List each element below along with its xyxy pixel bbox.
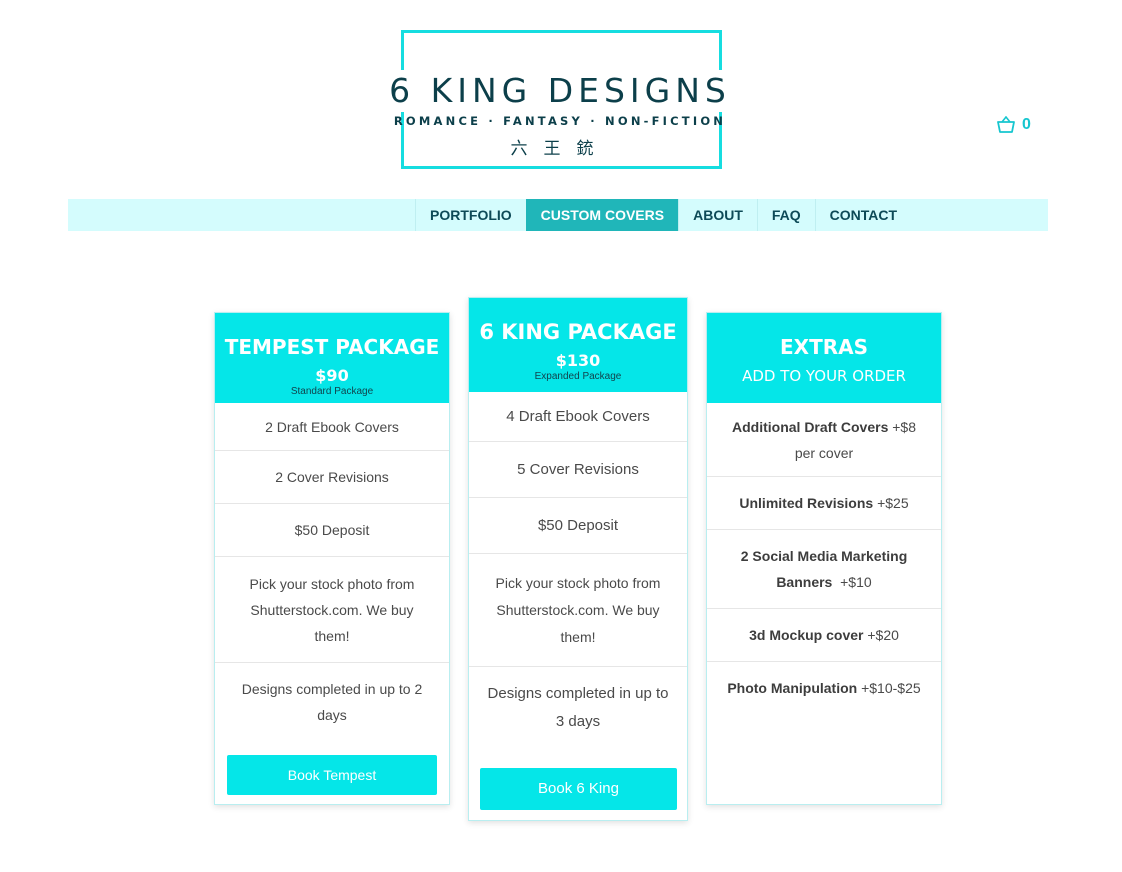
card-price: $90 [315,366,349,385]
feature-row: Pick your stock photo from Shutterstock.… [215,556,449,662]
extra-row: Additional Draft Covers +$8 per cover [707,403,941,476]
card-subtitle: Standard Package [290,386,374,397]
card-header: TEMPEST PACKAGE $90 Standard Package [215,313,449,403]
nav-portfolio[interactable]: PORTFOLIO [415,199,526,231]
card-subtitle: ADD TO YOUR ORDER [742,367,906,385]
card-subtitle: Expanded Package [534,371,622,382]
feature-row: 4 Draft Ebook Covers [506,407,650,425]
logo-title: 6 KING DESIGNS [389,71,731,110]
feature-row: Designs completed in up to 2 days [215,662,449,741]
card-header: 6 KING PACKAGE $130 Expanded Package [469,298,687,392]
extra-name: Unlimited Revisions [739,495,874,511]
shopping-basket-icon [997,116,1015,133]
tempest-package-card: TEMPEST PACKAGE $90 Standard Package 2 D… [214,312,450,805]
extra-price: +$25 [873,495,909,511]
nav-faq[interactable]: FAQ [756,199,815,231]
feature-row: 5 Cover Revisions [469,441,687,497]
logo-tagline: ROMANCE · FANTASY · NON-FICTION [393,114,727,128]
card-title: 6 KING PACKAGE [479,320,677,344]
extra-row: Photo Manipulation +$10-$25 [707,661,941,714]
extras-card: EXTRAS ADD TO YOUR ORDER Additional Draf… [706,312,942,805]
nav-contact[interactable]: CONTACT [814,199,911,231]
extra-price: +$20 [863,627,899,643]
card-title: TEMPEST PACKAGE [224,335,440,359]
extra-name: Additional Draft Covers [732,418,889,435]
main-nav: PORTFOLIO CUSTOM COVERS ABOUT FAQ CONTAC… [68,199,1048,231]
feature-row: Designs completed in up to 3 days [469,666,687,749]
extra-price: +$10 [832,574,872,590]
extra-name: 3d Mockup cover [749,627,864,643]
feature-row: 2 Cover Revisions [215,450,449,503]
nav-about[interactable]: ABOUT [678,199,757,231]
feature-row: 2 Draft Ebook Covers [265,418,399,435]
extra-row: 3d Mockup cover +$20 [707,608,941,661]
feature-row: Pick your stock photo from Shutterstock.… [469,553,687,666]
book-tempest-button[interactable]: Book Tempest [227,755,437,795]
nav-custom-covers[interactable]: CUSTOM COVERS [525,199,679,231]
cart-button[interactable]: 0 [996,113,1031,137]
feature-row: $50 Deposit [469,497,687,553]
extra-name: 2 Social Media Marketing Banners [740,548,912,590]
book-six-king-button[interactable]: Book 6 King [480,768,677,810]
site-logo[interactable]: 6 KING DESIGNS ROMANCE · FANTASY · NON-F… [370,30,750,170]
extra-row: Unlimited Revisions +$25 [707,476,941,529]
logo-cjk-text: 六王銃 [510,139,610,159]
card-header: EXTRAS ADD TO YOUR ORDER [707,313,941,403]
feature-row: $50 Deposit [215,503,449,556]
card-title: EXTRAS [779,335,868,359]
six-king-package-card: 6 KING PACKAGE $130 Expanded Package 4 D… [468,297,688,821]
extra-row: 2 Social Media Marketing Banners +$10 [707,529,941,608]
extra-name: Photo Manipulation [727,680,858,696]
cart-count: 0 [1022,116,1031,133]
extra-price: +$10-$25 [857,680,921,696]
card-price: $130 [555,351,601,370]
